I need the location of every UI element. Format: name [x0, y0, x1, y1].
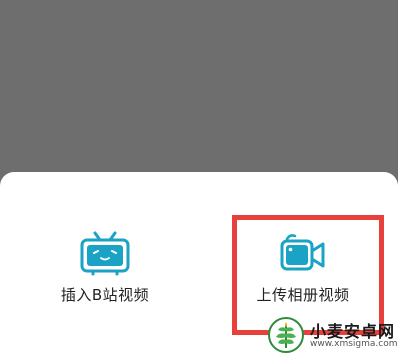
insert-bilibili-video-label: 插入B站视频 [60, 286, 150, 304]
watermark-site: www.xmsigma.com [310, 339, 398, 349]
watermark: 小麦安卓网 www.xmsigma.com [266, 314, 398, 355]
insert-bilibili-video-option[interactable]: 插入B站视频 [30, 230, 180, 320]
wheat-logo-icon [268, 317, 304, 353]
bilibili-tv-icon [80, 231, 130, 276]
upload-album-video-option[interactable]: 上传相册视频 [228, 230, 378, 320]
dimmed-overlay[interactable] [0, 0, 398, 185]
video-camera-icon [280, 234, 325, 271]
upload-album-video-label: 上传相册视频 [256, 286, 350, 304]
